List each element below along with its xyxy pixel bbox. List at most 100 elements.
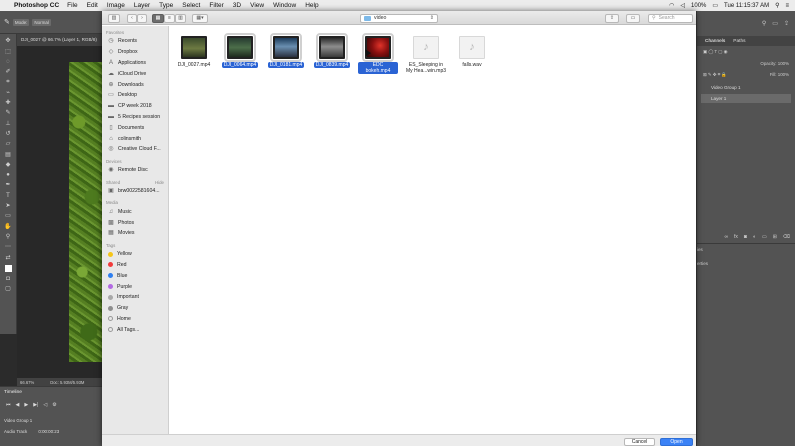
wifi-icon[interactable]: ◠ <box>669 2 674 9</box>
dodge-tool-icon[interactable]: ● <box>4 172 13 178</box>
menu-filter[interactable]: Filter <box>209 2 223 9</box>
shared-hide-button[interactable]: Hide <box>155 180 164 185</box>
share-icon[interactable]: ⇪ <box>784 20 789 27</box>
zoom-level[interactable]: 66.67% <box>20 380 34 385</box>
sidebar-item-movies[interactable]: ▦ Movies <box>102 228 168 239</box>
sidebar-tag-red[interactable]: Red <box>102 260 168 271</box>
location-select[interactable]: video ⇕ <box>360 13 438 23</box>
new-layer-icon[interactable]: ⊞ <box>773 234 777 243</box>
volume-icon[interactable]: ◁ <box>680 2 685 9</box>
sidebar-item-cp-week[interactable]: ▬ CP week 2018 <box>102 101 168 112</box>
play-icon[interactable]: ▶ <box>24 402 28 408</box>
sidebar-item-recents[interactable]: ◷ Recents <box>102 36 168 47</box>
healing-tool-icon[interactable]: ✚ <box>4 100 13 106</box>
sidebar-item-music[interactable]: ♫ Music <box>102 206 168 217</box>
prev-frame-icon[interactable]: ◀ <box>16 402 20 408</box>
fx-icon[interactable]: fx <box>734 234 738 243</box>
file-item-dji-0027[interactable]: DJI_0027.mp4 <box>174 36 214 68</box>
fill-value[interactable]: 100% <box>778 72 789 77</box>
open-button[interactable]: Open <box>660 438 693 446</box>
sidebar-item-icloud-drive[interactable]: ☁ iCloud Drive <box>102 68 168 79</box>
marquee-tool-icon[interactable]: ⬚ <box>4 49 13 55</box>
settings-icon[interactable]: ⚙ <box>52 402 56 408</box>
menu-select[interactable]: Select <box>182 2 200 9</box>
sidebar-item-photos[interactable]: ▩ Photos <box>102 217 168 228</box>
adjustment-icon[interactable]: ◐ <box>753 234 756 243</box>
trash-icon[interactable]: ⌫ <box>783 234 790 243</box>
icon-view-button[interactable]: ▦ <box>152 13 164 23</box>
stamp-tool-icon[interactable]: ⊥ <box>4 121 13 127</box>
menu-layer[interactable]: Layer <box>134 2 150 9</box>
quick-select-tool-icon[interactable]: ✐ <box>4 69 13 75</box>
tag-button[interactable]: ▭ <box>626 13 640 23</box>
hand-tool-icon[interactable]: ✋ <box>4 224 13 230</box>
mask-icon[interactable]: ◙ <box>744 234 747 243</box>
back-button[interactable]: ‹ <box>127 13 137 23</box>
menu-type[interactable]: Type <box>159 2 173 9</box>
menu-app-name[interactable]: Photoshop CC <box>14 2 59 9</box>
lower-panel-label-1[interactable]: ies <box>697 247 703 252</box>
move-tool-icon[interactable]: ✥ <box>4 38 13 44</box>
link-icon[interactable]: ∞ <box>724 234 728 243</box>
sidebar-item-creative-cloud[interactable]: ◎ Creative Cloud F... <box>102 144 168 155</box>
sidebar-item-documents[interactable]: ▯ Documents <box>102 122 168 133</box>
workspace-icon[interactable]: ▭ <box>772 20 778 27</box>
zoom-tool-icon[interactable]: ⚲ <box>4 234 13 240</box>
sidebar-item-applications[interactable]: A Applications <box>102 58 168 69</box>
menu-window[interactable]: Window <box>273 2 296 9</box>
tab-paths[interactable]: Paths <box>733 39 745 44</box>
arrange-button[interactable]: ▦▾ <box>192 13 208 23</box>
mode-select[interactable]: Normal <box>32 18 51 26</box>
sidebar-tag-yellow[interactable]: Yellow <box>102 249 168 260</box>
menu-edit[interactable]: Edit <box>87 2 98 9</box>
menu-help[interactable]: Help <box>305 2 318 9</box>
file-item-es-sleeping[interactable]: ♪ ES_Sleeping in My Hea...win.mp3 <box>404 36 448 74</box>
path-select-tool-icon[interactable]: ➤ <box>4 203 13 209</box>
sidebar-item-home[interactable]: ⌂ colinsmith <box>102 133 168 144</box>
search-icon[interactable]: ⚲ <box>762 20 766 27</box>
sidebar-tag-all[interactable]: All Tags... <box>102 324 168 335</box>
search-field[interactable]: ⚲ Search <box>648 13 693 23</box>
column-view-button[interactable]: ▥ <box>175 13 186 23</box>
more-tools-icon[interactable]: ⋯ <box>4 244 13 250</box>
spotlight-search-icon[interactable]: ⚲ <box>775 2 779 9</box>
file-item-dji-0839[interactable]: DJI_0839.mp4 <box>312 33 352 68</box>
share-button[interactable]: ⇪ <box>605 13 619 23</box>
file-item-edc-bokeh[interactable]: EDC bokeh.mp4 <box>358 33 398 74</box>
file-item-dji-0064[interactable]: DJI_0064.mp4 <box>220 33 260 68</box>
menu-image[interactable]: Image <box>107 2 125 9</box>
gradient-tool-icon[interactable]: ▤ <box>4 152 13 158</box>
canvas-image[interactable] <box>69 62 102 362</box>
sidebar-item-shared-printer[interactable]: ▣ brw0022581604... <box>102 186 168 197</box>
crop-tool-icon[interactable]: ⌗ <box>4 79 13 85</box>
screen-mode-icon[interactable]: ▢ <box>4 286 13 292</box>
video-group-track[interactable]: Video Group 1 <box>0 412 102 423</box>
sidebar-toggle-icon[interactable]: ▥ <box>108 13 120 23</box>
layer-filter-icons[interactable]: ▣ ◯ T ▢ ◉ <box>703 49 727 55</box>
brush-icon[interactable]: ✎ <box>4 110 13 116</box>
brush-tool-icon[interactable]: ✎ <box>4 18 10 26</box>
blur-tool-icon[interactable]: ◆ <box>4 162 13 168</box>
eyedropper-tool-icon[interactable]: ⌁ <box>4 90 13 96</box>
layer-group-row[interactable]: Video Group 1 <box>701 83 791 92</box>
sidebar-item-desktop[interactable]: ▭ Desktop <box>102 90 168 101</box>
eraser-tool-icon[interactable]: ▱ <box>4 141 13 147</box>
battery-icon[interactable]: ▭ <box>712 2 718 9</box>
document-tab[interactable]: DJI_0027 @ 66.7% (Layer 1, RGB/8) <box>17 34 102 46</box>
folder-icon[interactable]: ▭ <box>762 234 767 243</box>
shape-tool-icon[interactable]: ▭ <box>4 213 13 219</box>
sidebar-tag-blue[interactable]: Blue <box>102 270 168 281</box>
tab-channels[interactable]: Channels <box>705 39 725 44</box>
sidebar-tag-purple[interactable]: Purple <box>102 281 168 292</box>
file-item-dji-0181[interactable]: DJI_0181.mp4 <box>266 33 306 68</box>
forward-button[interactable]: › <box>137 13 147 23</box>
sidebar-tag-important[interactable]: Important <box>102 292 168 303</box>
sidebar-item-5-recipes[interactable]: ▬ 5 Recipes session <box>102 112 168 123</box>
sidebar-item-downloads[interactable]: ⊕ Downloads <box>102 79 168 90</box>
sidebar-tag-gray[interactable]: Gray <box>102 303 168 314</box>
layer-row[interactable]: Layer 1 <box>701 94 791 103</box>
lock-icons[interactable]: ⊠ ✎ ✥ ⌗ 🔒 <box>703 72 727 78</box>
menu-clock[interactable]: Tue 11:15:37 AM <box>724 3 769 9</box>
lower-panel-label-2[interactable]: erties <box>697 261 708 266</box>
audio-icon[interactable]: ◁ <box>43 402 47 408</box>
